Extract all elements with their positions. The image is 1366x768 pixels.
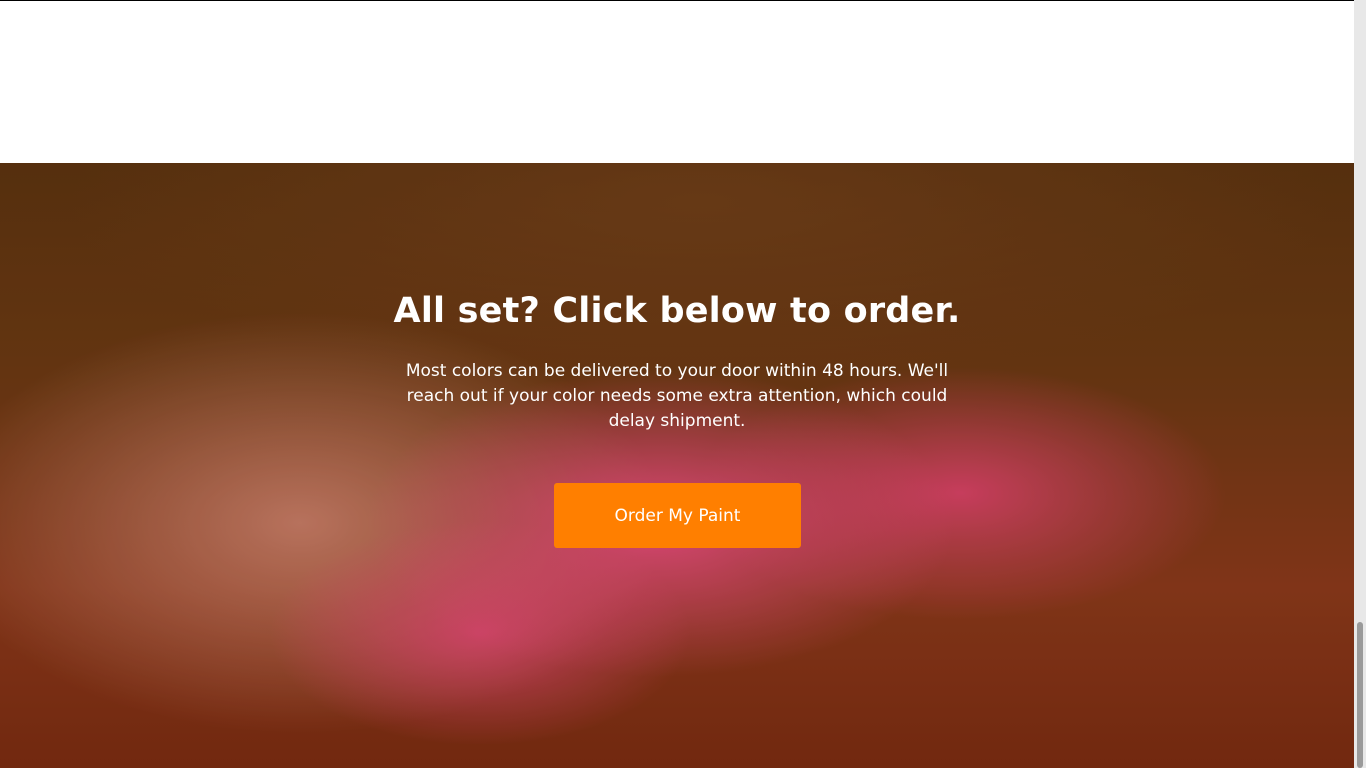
order-my-paint-button[interactable]: Order My Paint <box>554 483 801 548</box>
hero-description: Most colors can be delivered to your doo… <box>405 361 949 431</box>
order-hero-section: All set? Click below to order. Most colo… <box>0 163 1354 768</box>
page: All set? Click below to order. Most colo… <box>0 0 1366 768</box>
blank-section <box>0 1 1354 163</box>
scrollbar-thumb[interactable] <box>1357 622 1363 768</box>
hero-title: All set? Click below to order. <box>393 291 961 331</box>
page-scrollbar[interactable] <box>1354 0 1366 768</box>
